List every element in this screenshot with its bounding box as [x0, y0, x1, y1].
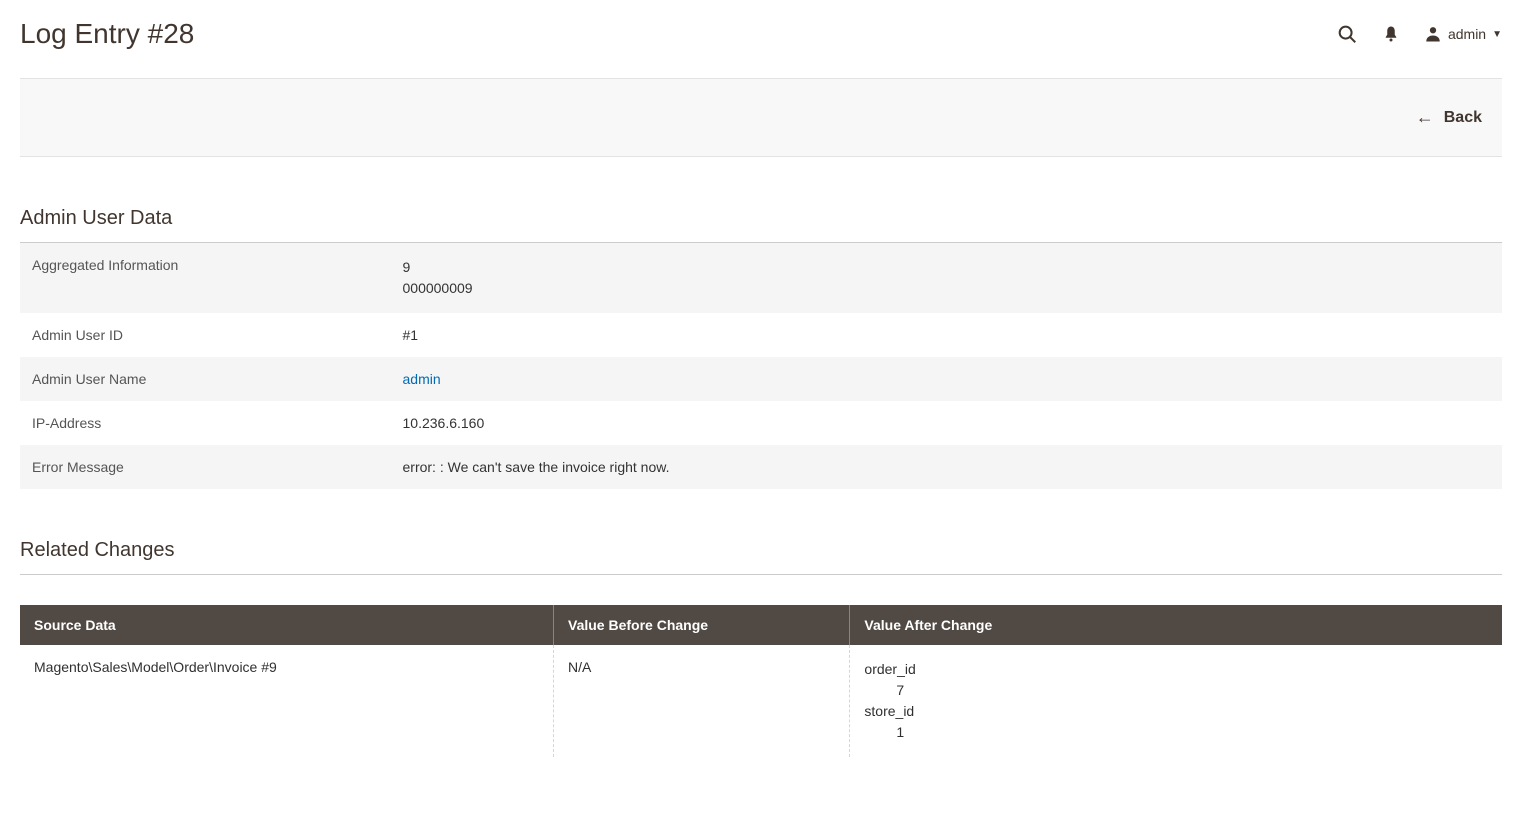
admin-user-data-section: Admin User Data Aggregated Information 9…: [20, 207, 1502, 489]
row-aggregated-information: Aggregated Information 9 000000009: [20, 243, 1502, 313]
user-icon: [1424, 25, 1442, 43]
kv-value: 1: [864, 722, 1488, 743]
kv-key: store_id: [864, 701, 1488, 722]
kv-value: 7: [864, 680, 1488, 701]
admin-user-name-link[interactable]: admin: [403, 371, 441, 387]
col-header-source-data: Source Data: [20, 605, 554, 645]
label-ip-address: IP-Address: [20, 401, 391, 445]
value-ip-address: 10.236.6.160: [391, 401, 1503, 445]
related-changes-table: Source Data Value Before Change Value Af…: [20, 605, 1502, 757]
label-error-message: Error Message: [20, 445, 391, 489]
label-aggregated-information: Aggregated Information: [20, 243, 391, 313]
value-error-message: error: : We can't save the invoice right…: [391, 445, 1503, 489]
col-header-value-after: Value After Change: [850, 605, 1502, 645]
table-row: Magento\Sales\Model\Order\Invoice #9 N/A…: [20, 645, 1502, 757]
back-button-label: Back: [1444, 109, 1482, 127]
kv-key: order_id: [864, 659, 1488, 680]
page-title: Log Entry #28: [20, 18, 194, 50]
notifications-icon[interactable]: [1382, 25, 1400, 43]
related-changes-section: Related Changes Source Data Value Before…: [20, 539, 1502, 757]
arrow-left-icon: ←: [1416, 107, 1434, 128]
row-ip-address: IP-Address 10.236.6.160: [20, 401, 1502, 445]
label-admin-user-name: Admin User Name: [20, 357, 391, 401]
row-admin-user-id: Admin User ID #1: [20, 313, 1502, 357]
row-admin-user-name: Admin User Name admin: [20, 357, 1502, 401]
action-bar: ← Back: [20, 78, 1502, 157]
cell-value-before: N/A: [554, 645, 850, 757]
section-title-admin-user-data: Admin User Data: [20, 207, 1502, 243]
header-actions: admin ▼: [1336, 23, 1502, 45]
caret-down-icon: ▼: [1492, 29, 1502, 40]
value-admin-user-id: #1: [391, 313, 1503, 357]
row-error-message: Error Message error: : We can't save the…: [20, 445, 1502, 489]
user-menu[interactable]: admin ▼: [1424, 25, 1502, 43]
section-title-related-changes: Related Changes: [20, 539, 1502, 575]
value-admin-user-name: admin: [391, 357, 1503, 401]
search-icon[interactable]: [1336, 23, 1358, 45]
cell-value-after: order_id7store_id1: [850, 645, 1502, 757]
label-admin-user-id: Admin User ID: [20, 313, 391, 357]
cell-source-data: Magento\Sales\Model\Order\Invoice #9: [20, 645, 554, 757]
value-aggregated-information: 9 000000009: [391, 243, 1503, 313]
back-button[interactable]: ← Back: [1416, 107, 1482, 128]
admin-user-data-table: Aggregated Information 9 000000009 Admin…: [20, 243, 1502, 489]
user-name-label: admin: [1448, 26, 1486, 42]
col-header-value-before: Value Before Change: [554, 605, 850, 645]
